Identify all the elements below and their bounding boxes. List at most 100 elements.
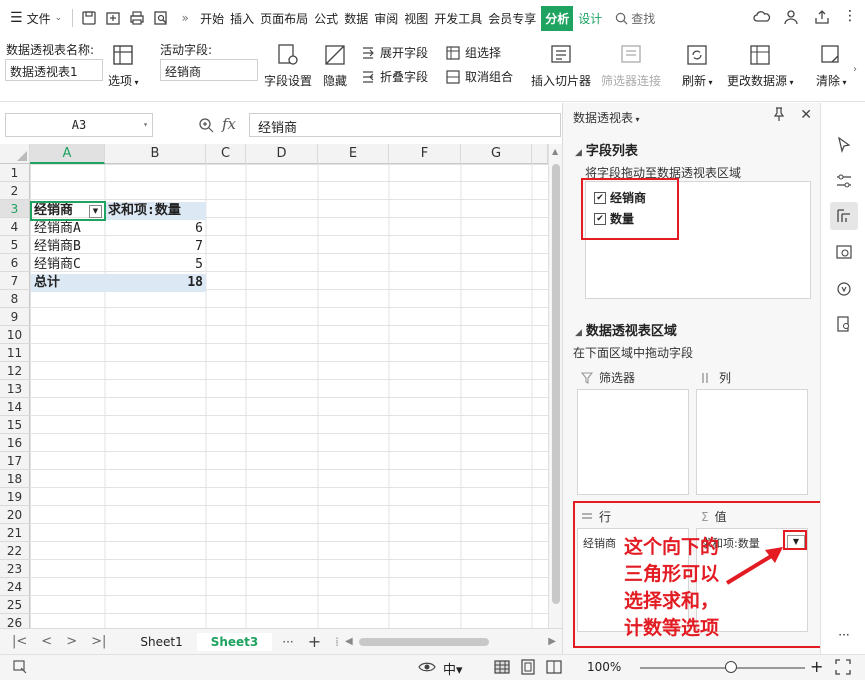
fullscreen-icon[interactable] [835, 659, 851, 678]
horizontal-scroll-thumb[interactable] [358, 637, 489, 646]
ungroup-button[interactable]: 取消组合 [445, 68, 513, 85]
search-button[interactable]: 查找 [615, 10, 655, 27]
eye-protection-icon[interactable] [418, 659, 436, 678]
change-source-button[interactable]: 更改数据源 ▾ [727, 42, 794, 89]
prev-sheet-icon[interactable]: < [41, 634, 52, 649]
row-header[interactable]: 12 [0, 362, 30, 380]
checkbox-checked-icon[interactable]: ✔ [594, 212, 606, 225]
select-arrow-icon[interactable] [834, 135, 854, 155]
column-header[interactable]: B [105, 144, 206, 164]
more-chevron-icon[interactable]: » [176, 9, 194, 27]
page-break-view-icon[interactable] [546, 659, 562, 678]
macro-record-icon[interactable] [12, 659, 28, 678]
add-sheet-icon[interactable]: + [308, 632, 321, 651]
page-layout-view-icon[interactable] [520, 659, 536, 678]
row-header[interactable]: 11 [0, 344, 30, 362]
zoom-lens-icon[interactable] [198, 117, 214, 136]
pivot-panel-icon[interactable] [830, 202, 858, 230]
property-icon[interactable] [834, 171, 854, 191]
pivot-total-value[interactable]: 18 [105, 274, 206, 292]
tab-data[interactable]: 数据 [343, 8, 369, 29]
filter-connections-button[interactable]: 筛选器连接 [601, 42, 661, 89]
pivot-name-input[interactable]: 数据透视表1 [5, 59, 103, 81]
options-button[interactable]: 选项 ▾ [108, 42, 139, 89]
zoom-in-icon[interactable]: + [810, 657, 823, 676]
pivot-total-label[interactable]: 总计 [31, 274, 105, 292]
share-icon[interactable] [813, 8, 831, 29]
export-icon[interactable] [104, 9, 122, 27]
more-options-icon[interactable]: ⋮ [843, 8, 857, 29]
user-share-icon[interactable] [783, 8, 801, 29]
hscroll-left-icon[interactable]: ◀ [345, 636, 353, 647]
more-sheets-icon[interactable]: ··· [282, 635, 293, 649]
cloud-sync-icon[interactable] [753, 8, 771, 29]
checkbox-checked-icon[interactable]: ✔ [594, 191, 606, 204]
row-header[interactable]: 23 [0, 560, 30, 578]
row-header[interactable]: 26 [0, 614, 30, 628]
row-header[interactable]: 13 [0, 380, 30, 398]
more-icon[interactable]: ··· [834, 625, 854, 645]
panel-title[interactable]: 数据透视表 ▾ [573, 109, 640, 126]
tab-analyze[interactable]: 分析 [541, 5, 574, 31]
column-header[interactable]: F [389, 144, 461, 164]
tab-developer[interactable]: 开发工具 [433, 8, 483, 29]
column-header[interactable]: D [246, 144, 318, 164]
row-header[interactable]: 3 [0, 200, 30, 218]
pivot-row-label[interactable]: 经销商A [31, 220, 105, 238]
row-field-chip[interactable]: 经销商 [583, 535, 616, 551]
formula-input[interactable]: 经销商 [249, 113, 561, 137]
tab-home[interactable]: 开始 [199, 8, 225, 29]
fx-icon[interactable]: fx [222, 115, 236, 133]
sheet-tab-sheet3[interactable]: Sheet3 [196, 632, 273, 651]
pivot-areas-section[interactable]: ◢ 数据透视表区域 [575, 320, 677, 339]
column-header[interactable]: C [206, 144, 246, 164]
row-header[interactable]: 6 [0, 254, 30, 272]
column-header[interactable]: G [461, 144, 532, 164]
expand-field-button[interactable]: 展开字段 [360, 44, 428, 61]
collapse-field-button[interactable]: 折叠字段 [360, 68, 428, 85]
zoom-slider-handle[interactable] [725, 661, 737, 673]
pivot-row-label[interactable]: 经销商B [31, 238, 105, 256]
pivot-row-value[interactable]: 6 [105, 220, 206, 238]
next-sheet-icon[interactable]: > [66, 634, 77, 649]
input-method-icon[interactable]: 中▾ [443, 659, 463, 678]
pivot-row-value[interactable]: 5 [105, 256, 206, 274]
hscroll-right-icon[interactable]: ▶ [548, 636, 556, 647]
row-header[interactable]: 21 [0, 524, 30, 542]
backup-icon[interactable] [834, 279, 854, 299]
column-header[interactable] [532, 144, 548, 164]
row-header[interactable]: 4 [0, 218, 30, 236]
last-sheet-icon[interactable]: >| [91, 634, 106, 649]
filter-drop-area[interactable] [577, 389, 689, 495]
column-drop-area[interactable] [696, 389, 808, 495]
tab-view[interactable]: 视图 [403, 8, 429, 29]
row-header[interactable]: 14 [0, 398, 30, 416]
group-selection-button[interactable]: 组选择 [445, 44, 501, 61]
field-settings-button[interactable]: 字段设置 [264, 42, 312, 89]
scroll-thumb[interactable] [552, 164, 560, 604]
row-header[interactable]: 2 [0, 182, 30, 200]
column-header[interactable]: A [30, 144, 105, 164]
pin-icon[interactable] [772, 107, 786, 125]
select-all-corner[interactable] [0, 144, 30, 164]
print-preview-icon[interactable] [152, 9, 170, 27]
row-header[interactable]: 15 [0, 416, 30, 434]
first-sheet-icon[interactable]: |< [12, 634, 27, 649]
save-icon[interactable] [80, 9, 98, 27]
row-header[interactable]: 8 [0, 290, 30, 308]
tab-formulas[interactable]: 公式 [313, 8, 339, 29]
sheet-tab-sheet1[interactable]: Sheet1 [126, 633, 196, 651]
row-header[interactable]: 20 [0, 506, 30, 524]
column-header[interactable]: E [318, 144, 389, 164]
tab-insert[interactable]: 插入 [229, 8, 255, 29]
field-list-section[interactable]: ◢ 字段列表 [575, 140, 638, 159]
field-item-dealer[interactable]: ✔ 经销商 [594, 189, 646, 206]
row-header[interactable]: 9 [0, 308, 30, 326]
row-header[interactable]: 22 [0, 542, 30, 560]
pivot-row-value[interactable]: 7 [105, 238, 206, 256]
tab-member[interactable]: 会员专享 [487, 8, 537, 29]
pivot-value-header-cell[interactable]: 求和项:数量 [105, 202, 206, 220]
refresh-button[interactable]: 刷新 ▾ [682, 42, 713, 89]
vertical-scrollbar[interactable]: ▲ [548, 144, 562, 628]
pivot-row-label[interactable]: 经销商C [31, 256, 105, 274]
